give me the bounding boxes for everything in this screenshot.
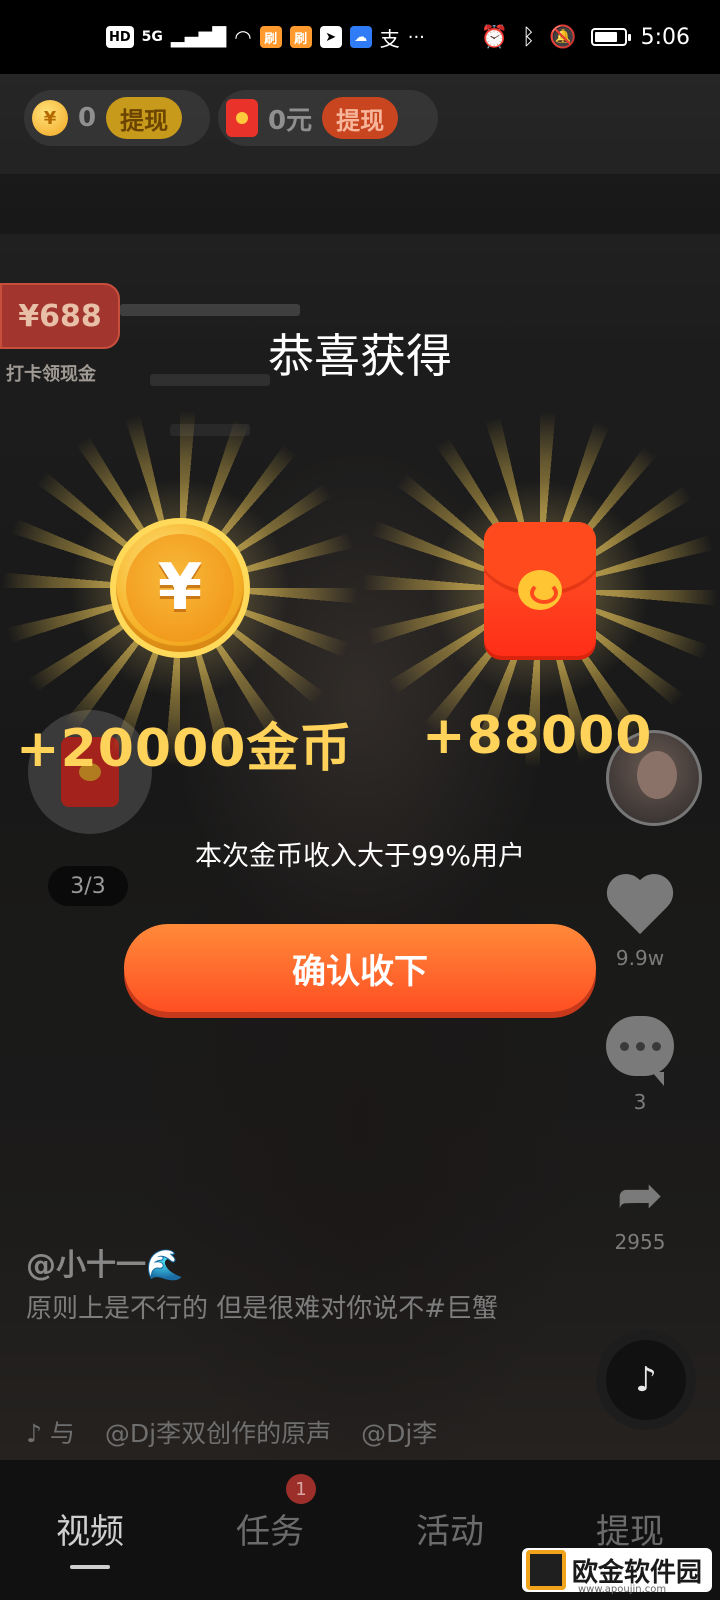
more-icon: ···	[407, 26, 425, 48]
watermark-text: 欧金软件园	[572, 1557, 703, 1588]
like-action[interactable]: 9.9w	[590, 876, 690, 970]
reward-subtitle: 本次金币收入大于99%用户	[194, 841, 525, 872]
music-title-repeat: @Dj李	[361, 1419, 438, 1448]
yuan-symbol: ¥	[126, 534, 234, 642]
active-tab-indicator	[70, 1565, 110, 1569]
red-packet-seal	[518, 570, 562, 610]
nav-tab-video[interactable]: 视频	[0, 1460, 180, 1600]
nav-tab-label: 提现	[596, 1512, 664, 1552]
watermark-logo-icon	[526, 1550, 566, 1590]
status-right: ⏰ ᛒ 🔕 5:06	[481, 25, 690, 50]
red-packet-icon	[226, 99, 258, 137]
cash-balance-pill: 0元 提现	[218, 90, 438, 146]
heart-icon	[605, 876, 675, 940]
comment-icon	[606, 1016, 674, 1086]
reward-title: 恭喜获得	[268, 329, 452, 383]
share-icon: ➦	[616, 1163, 664, 1228]
nav-tab-label: 活动	[416, 1512, 484, 1552]
share-action[interactable]: ➦ 2955	[590, 1163, 690, 1255]
battery-fill	[594, 32, 617, 42]
gold-coin-icon: ¥	[110, 518, 250, 658]
bird-app-icon: ➤	[319, 26, 342, 48]
status-left: HD 5G ▂▄▆█ ◠ 刷 刷 ➤ ☁ 支 ···	[106, 23, 481, 52]
coin-icon: ¥	[32, 100, 68, 136]
app-icon-1: 刷	[259, 26, 282, 48]
nav-tab-label: 任务	[236, 1512, 304, 1552]
tasks-badge: 1	[286, 1474, 316, 1504]
coin-reward-amount: +20000金币	[16, 719, 353, 779]
author-name[interactable]: @小十一🌊	[26, 1240, 183, 1284]
battery-icon	[590, 28, 631, 46]
video-caption[interactable]: 原则上是不行的 但是很难对你说不#巨蟹	[26, 1290, 546, 1328]
status-bar: HD 5G ▂▄▆█ ◠ 刷 刷 ➤ ☁ 支 ··· ⏰ ᛒ 🔕 5:06	[0, 0, 720, 74]
nav-tab-label: 视频	[56, 1512, 124, 1552]
mute-icon: 🔕	[549, 24, 577, 50]
cash-balance: 0元	[268, 105, 313, 136]
signal-icon: ▂▄▆█	[170, 26, 227, 48]
music-disc-icon[interactable]: ♪	[596, 1330, 696, 1430]
clock: 5:06	[640, 24, 690, 50]
nav-tab-activity[interactable]: 活动	[360, 1460, 540, 1600]
cloud-app-icon: ☁	[349, 26, 372, 48]
network-label: 5G	[141, 29, 163, 45]
confirm-button[interactable]: 确认收下	[124, 924, 596, 1012]
alarm-icon: ⏰	[480, 24, 508, 50]
hd-icon: HD	[106, 26, 134, 48]
music-title: @Dj李双创作的原声	[104, 1419, 332, 1448]
coin-withdraw-button[interactable]: 提现	[106, 97, 183, 139]
music-prefix: ♪ 与	[26, 1419, 75, 1448]
bluetooth-icon: ᛒ	[521, 24, 536, 50]
comment-action[interactable]: 3	[590, 1016, 690, 1114]
app-icon-2: 刷	[289, 26, 312, 48]
coin-balance: 0	[78, 103, 97, 133]
watermark-url: www.apoujin.com	[578, 1584, 667, 1595]
alipay-icon: 支	[379, 26, 400, 51]
like-count: 9.9w	[615, 946, 665, 970]
nav-tab-tasks[interactable]: 任务 1	[180, 1460, 360, 1600]
music-row[interactable]: ♪ 与 @Dj李双创作的原声 @Dj李	[26, 1414, 466, 1450]
wifi-icon: ◠	[234, 25, 252, 49]
red-packet-icon	[484, 522, 596, 660]
cash-withdraw-button[interactable]: 提现	[322, 97, 399, 139]
share-count: 2955	[614, 1230, 666, 1254]
redpack-reward-amount: +88000	[422, 706, 653, 766]
comment-count: 3	[633, 1090, 647, 1114]
coin-balance-pill: ¥ 0 提现	[24, 90, 210, 146]
